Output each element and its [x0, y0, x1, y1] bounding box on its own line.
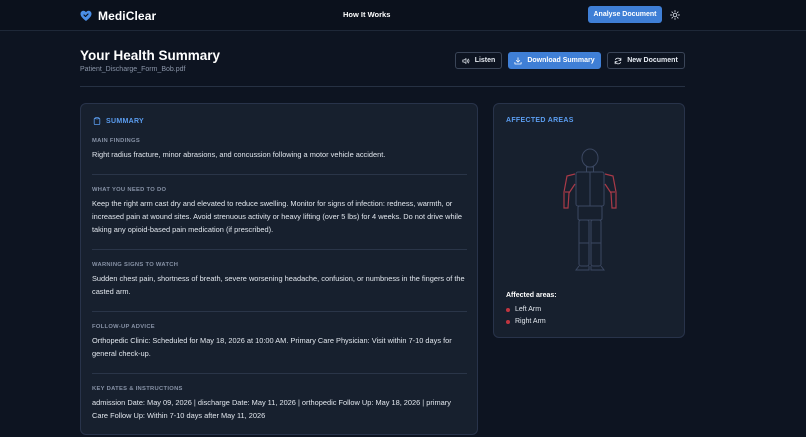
- clipboard-icon: [93, 117, 101, 125]
- affected-areas-heading: AFFECTED AREAS: [506, 117, 574, 124]
- sun-icon: [670, 10, 680, 20]
- section-label: MAIN FINDINGS: [92, 138, 141, 144]
- listen-label: Listen: [474, 57, 496, 64]
- section-warning-signs: WARNING SIGNS TO WATCH Sudden chest pain…: [92, 262, 467, 299]
- download-label: Download Summary: [527, 57, 595, 64]
- section-label: WARNING SIGNS TO WATCH: [92, 262, 179, 268]
- download-icon: [514, 56, 522, 64]
- section-main-findings: MAIN FINDINGS Right radius fracture, min…: [92, 138, 467, 162]
- speaker-icon: [462, 57, 470, 64]
- section-divider: [92, 174, 467, 175]
- section-text: Right radius fracture, minor abrasions, …: [92, 150, 386, 159]
- theme-toggle[interactable]: [669, 9, 681, 21]
- new-document-button[interactable]: New Document: [607, 52, 685, 69]
- section-text: Orthopedic Clinic: Scheduled for May 18,…: [92, 336, 452, 358]
- section-key-dates: KEY DATES & INSTRUCTIONS admission Date:…: [92, 386, 467, 423]
- section-text: Sudden chest pain, shortness of breath, …: [92, 274, 465, 296]
- nav-link-how-it-works[interactable]: How It Works: [343, 10, 390, 19]
- page-title: Your Health Summary: [80, 48, 221, 63]
- affected-area-item: Right Arm: [506, 318, 546, 325]
- affected-area-item: Left Arm: [506, 306, 541, 313]
- section-label: KEY DATES & INSTRUCTIONS: [92, 386, 183, 392]
- section-label: FOLLOW-UP ADVICE: [92, 324, 155, 330]
- affected-area-label: Left Arm: [515, 306, 542, 313]
- summary-heading: SUMMARY: [93, 117, 144, 125]
- brand-name: MediClear: [98, 9, 157, 23]
- section-what-to-do: WHAT YOU NEED TO DO Keep the right arm c…: [92, 187, 467, 236]
- analyse-document-button[interactable]: Analyse Document: [588, 6, 662, 23]
- red-dot-icon: [506, 307, 510, 312]
- top-nav: MediClear How It Works Analyse Document: [0, 0, 806, 31]
- summary-heading-label: SUMMARY: [106, 117, 145, 125]
- section-text: Keep the right arm cast dry and elevated…: [92, 199, 462, 234]
- body-diagram-icon: [563, 148, 617, 271]
- header-divider: [80, 86, 685, 87]
- affected-areas-subheading: Affected areas:: [506, 292, 557, 299]
- listen-button[interactable]: Listen: [455, 52, 502, 69]
- section-divider: [92, 249, 467, 250]
- file-name: Patient_Discharge_Form_Bob.pdf: [80, 66, 186, 73]
- brand[interactable]: MediClear: [80, 8, 156, 24]
- section-label: WHAT YOU NEED TO DO: [92, 187, 167, 193]
- affected-area-label: Right Arm: [515, 318, 546, 325]
- red-dot-icon: [506, 319, 510, 324]
- section-divider: [92, 373, 467, 374]
- heart-shield-icon: [80, 10, 92, 21]
- refresh-icon: [614, 57, 622, 64]
- summary-card: SUMMARY MAIN FINDINGS Right radius fract…: [80, 103, 478, 435]
- section-divider: [92, 311, 467, 312]
- new-document-label: New Document: [627, 57, 678, 64]
- section-text: admission Date: May 09, 2026 | discharge…: [92, 398, 451, 420]
- affected-areas-card: AFFECTED AREAS Affected areas: Left Arm …: [493, 103, 685, 338]
- download-summary-button[interactable]: Download Summary: [508, 52, 601, 69]
- section-follow-up: FOLLOW-UP ADVICE Orthopedic Clinic: Sche…: [92, 324, 467, 361]
